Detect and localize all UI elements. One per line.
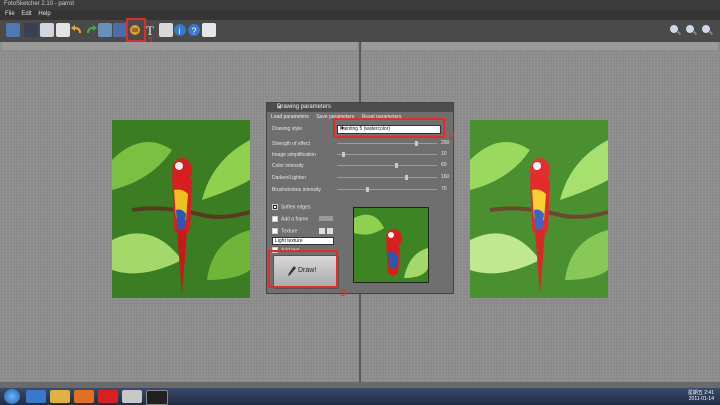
- help-icon[interactable]: ?: [187, 23, 201, 37]
- web-icon[interactable]: [202, 23, 216, 37]
- brushstrokes-slider[interactable]: 70: [337, 186, 447, 192]
- zoom-out-icon[interactable]: [684, 23, 698, 37]
- crop-icon[interactable]: [113, 23, 127, 37]
- clock-date: 2011-01-14: [688, 396, 714, 402]
- paste-icon[interactable]: [56, 23, 70, 37]
- callout-3: 3: [340, 288, 346, 299]
- frame-color-swatch[interactable]: [319, 216, 333, 221]
- copy-icon[interactable]: [40, 23, 54, 37]
- original-panel-header: [2, 42, 357, 50]
- undo-icon[interactable]: [70, 23, 84, 37]
- control-panel-icon[interactable]: [122, 390, 142, 403]
- resize-icon[interactable]: [98, 23, 112, 37]
- explorer-icon[interactable]: [50, 390, 70, 403]
- checkbox-box[interactable]: [272, 228, 278, 234]
- ie-icon[interactable]: [26, 390, 46, 403]
- result-image: [470, 120, 608, 298]
- brushstrokes-label: Brushstrokes intensity: [272, 187, 321, 193]
- simplification-value: 10: [441, 151, 447, 157]
- slider-knob[interactable]: [405, 175, 408, 180]
- strength-label: Strength of effect: [272, 141, 310, 147]
- fotosketcher-task-icon[interactable]: [146, 390, 168, 405]
- text-icon[interactable]: T: [144, 23, 158, 38]
- toolbar: T i ?: [0, 20, 720, 43]
- add-frame-label: Add a frame: [281, 216, 309, 223]
- print-icon[interactable]: [159, 23, 173, 37]
- svg-text:T: T: [146, 23, 154, 37]
- highlight-box-1: [126, 18, 146, 42]
- darken-lighten-label: Darken/Lighten: [272, 175, 306, 181]
- simplification-slider[interactable]: 10: [337, 151, 447, 157]
- brushstrokes-value: 70: [441, 186, 447, 192]
- slider-knob[interactable]: [342, 152, 345, 157]
- title-bar: FotoSketcher 2.10 - parrot: [0, 0, 720, 10]
- darken-lighten-value: 160: [441, 174, 450, 180]
- zoom-in-icon[interactable]: [668, 23, 682, 37]
- checkbox-box[interactable]: [272, 204, 278, 210]
- soften-edges-checkbox[interactable]: Soften edges: [272, 204, 310, 210]
- drawing-style-label: Drawing style: [272, 126, 303, 132]
- open-image-icon[interactable]: [6, 23, 20, 37]
- highlight-box-2: [333, 118, 445, 138]
- menu-edit[interactable]: Edit: [21, 11, 31, 17]
- window-title: FotoSketcher 2.10 - parrot: [4, 1, 75, 7]
- add-frame-checkbox[interactable]: Add a frame: [272, 216, 308, 222]
- callout-2: 2: [449, 132, 455, 143]
- slider-knob[interactable]: [415, 141, 418, 146]
- info-icon[interactable]: i: [173, 23, 187, 37]
- start-button[interactable]: [4, 389, 20, 404]
- slider-knob[interactable]: [366, 187, 369, 192]
- texture-prev-icon[interactable]: [319, 228, 325, 234]
- result-panel-header: [362, 42, 718, 50]
- pdf-reader-icon[interactable]: [98, 390, 118, 403]
- menu-file[interactable]: File: [5, 11, 15, 17]
- checkbox-box[interactable]: [272, 216, 278, 222]
- dialog-title-bar[interactable]: Drawing parameters ✕: [267, 103, 453, 112]
- color-intensity-label: Color intensity: [272, 163, 304, 169]
- soften-edges-label: Soften edges: [281, 204, 311, 211]
- save-icon[interactable]: [24, 23, 38, 37]
- taskbar: 星期五 2:41 2011-01-14: [0, 388, 720, 405]
- menu-help[interactable]: Help: [38, 11, 50, 17]
- media-player-icon[interactable]: [74, 390, 94, 403]
- texture-value: Light texture: [275, 238, 303, 244]
- preview-image: [353, 207, 429, 283]
- close-icon[interactable]: ✕: [277, 104, 450, 111]
- slider-knob[interactable]: [395, 163, 398, 168]
- redo-icon[interactable]: [84, 23, 98, 37]
- simplification-label: Image simplification: [272, 152, 316, 158]
- color-intensity-slider[interactable]: 60: [337, 162, 447, 168]
- highlight-box-3: [268, 250, 338, 288]
- texture-checkbox[interactable]: Texture: [272, 228, 297, 234]
- svg-text:i: i: [179, 26, 181, 36]
- zoom-fit-icon[interactable]: [700, 23, 714, 37]
- color-intensity-value: 60: [441, 162, 447, 168]
- texture-next-icon[interactable]: [327, 228, 333, 234]
- original-image: [112, 120, 250, 298]
- system-clock[interactable]: 星期五 2:41 2011-01-14: [688, 390, 714, 402]
- darken-lighten-slider[interactable]: 160: [337, 174, 449, 180]
- svg-text:?: ?: [192, 26, 197, 36]
- menu-bar: File Edit Help: [0, 10, 720, 20]
- texture-label: Texture: [281, 228, 298, 235]
- strength-slider[interactable]: 200: [337, 140, 449, 146]
- texture-select[interactable]: Light texture: [272, 237, 334, 245]
- load-parameters-link[interactable]: Load parameters: [271, 114, 309, 120]
